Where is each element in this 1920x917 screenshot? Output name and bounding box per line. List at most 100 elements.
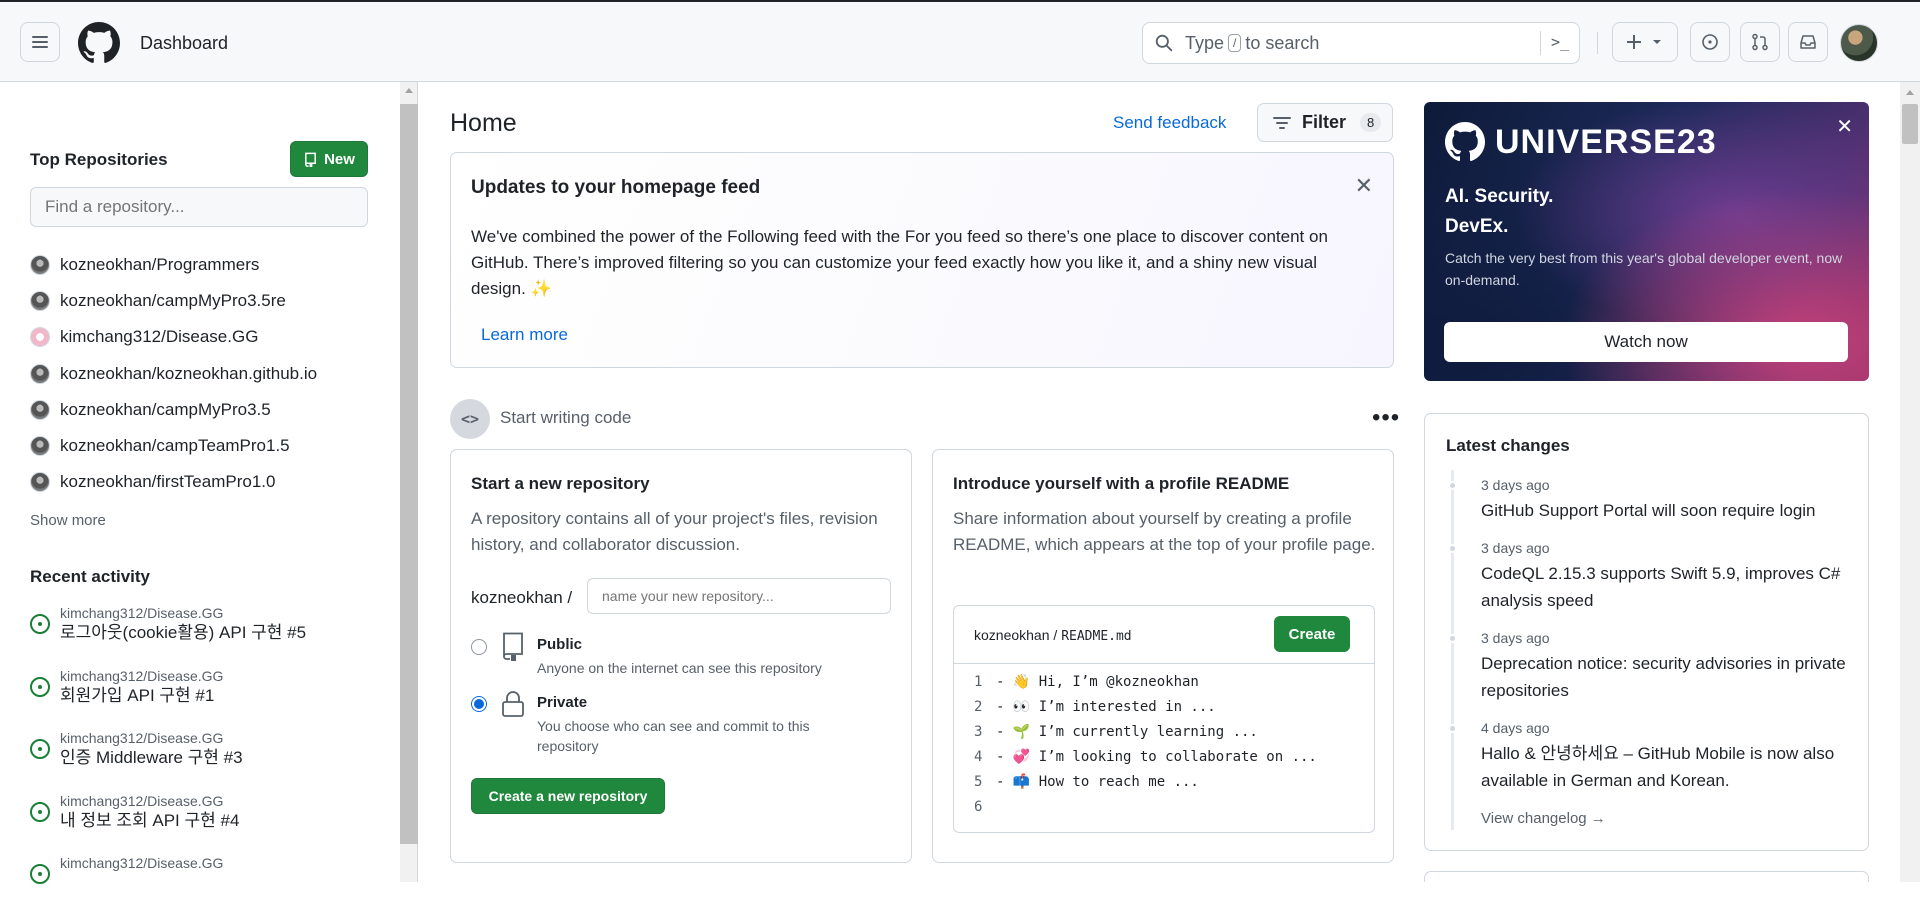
page-scroll-thumb[interactable]	[1902, 104, 1918, 144]
line-number: 4	[974, 749, 983, 765]
sidebar-scroll-thumb[interactable]	[400, 104, 418, 844]
close-icon[interactable]: ✕	[1355, 173, 1373, 199]
repo-owner-avatar	[30, 327, 50, 348]
sidebar-scrollbar[interactable]	[400, 82, 418, 882]
repository-name-input[interactable]	[587, 578, 891, 614]
private-radio[interactable]	[471, 696, 487, 712]
learn-more-link[interactable]: Learn more	[481, 325, 568, 345]
repo-link[interactable]: kimchang312/Disease.GG	[30, 319, 317, 355]
universe-brand: UNIVERSE23	[1445, 122, 1717, 162]
view-changelog-link[interactable]: View changelog →	[1481, 810, 1606, 827]
repo-link[interactable]: kozneokhan/firstTeamPro1.0	[30, 464, 317, 500]
activity-title[interactable]: 내 정보 조회 API 구현 #4	[60, 810, 390, 832]
create-new-button[interactable]	[1612, 22, 1678, 62]
activity-item[interactable]: kimchang312/Disease.GG 내 정보 조회 API 구현 #4	[30, 792, 390, 855]
header-divider	[1597, 32, 1598, 54]
filter-button[interactable]: Filter 8	[1257, 103, 1393, 142]
repo-name: kozneokhan/campMyPro3.5	[60, 399, 271, 419]
repo-link[interactable]: kozneokhan/campMyPro3.5	[30, 392, 317, 428]
close-icon[interactable]: ✕	[1836, 114, 1853, 139]
menu-button[interactable]	[20, 22, 60, 62]
more-options-icon[interactable]: •••	[1372, 404, 1400, 432]
new-repository-label: New	[324, 150, 355, 168]
new-repository-button[interactable]: New	[290, 141, 368, 177]
repo-owner-avatar	[30, 255, 50, 276]
page-title: Home	[450, 109, 517, 137]
profile-readme-title: Introduce yourself with a profile README	[953, 474, 1290, 493]
code-line: 1 - 👋 Hi, I’m @kozneokhan	[974, 674, 1199, 690]
create-readme-button[interactable]: Create	[1274, 616, 1350, 652]
send-feedback-link[interactable]: Send feedback	[1113, 113, 1226, 133]
readme-preview: kozneokhan / README.md Create 1 - 👋 Hi, I…	[953, 605, 1375, 833]
start-writing-code-label: Start writing code	[500, 408, 632, 427]
find-repository-input[interactable]	[30, 187, 368, 227]
repo-link[interactable]: kozneokhan/campTeamPro1.5	[30, 428, 317, 464]
filter-count-badge: 8	[1360, 113, 1382, 132]
activity-item[interactable]: kimchang312/Disease.GG 회원가입 API 구현 #1	[30, 667, 390, 730]
latest-changes-card: Latest changes 3 days ago GitHub Support…	[1424, 413, 1869, 851]
change-title[interactable]: Hallo & 안녕하세요 – GitHub Mobile is now als…	[1481, 740, 1856, 794]
repo-icon	[305, 152, 317, 167]
change-item: 3 days ago Deprecation notice: security …	[1448, 629, 1856, 704]
activity-repo[interactable]: kimchang312/Disease.GG	[60, 667, 390, 685]
readme-header: kozneokhan / README.md Create	[954, 606, 1374, 664]
scroll-up-arrow-icon[interactable]	[405, 88, 413, 93]
public-radio[interactable]	[471, 639, 487, 655]
repo-link[interactable]: kozneokhan/campMyPro3.5re	[30, 283, 317, 319]
avatar[interactable]	[1840, 24, 1878, 62]
repo-link[interactable]: kozneokhan/Programmers	[30, 247, 317, 283]
new-repository-desc: A repository contains all of your projec…	[471, 509, 878, 554]
change-time: 4 days ago	[1481, 720, 1550, 736]
new-repository-card: Start a new repository A repository cont…	[450, 449, 912, 863]
line-number: 2	[974, 699, 983, 715]
activity-title[interactable]: 로그아웃(cookie활용) API 구현 #5	[60, 622, 390, 644]
activity-item[interactable]: kimchang312/Disease.GG	[30, 854, 390, 917]
change-title[interactable]: GitHub Support Portal will soon require …	[1481, 497, 1856, 524]
search-placeholder-post: to search	[1245, 32, 1320, 53]
activity-repo[interactable]: kimchang312/Disease.GG	[60, 604, 390, 622]
issue-open-icon	[30, 739, 50, 759]
pull-requests-button[interactable]	[1740, 22, 1780, 62]
show-more-repos-button[interactable]: Show more	[30, 512, 106, 529]
github-logo-icon[interactable]	[78, 22, 120, 64]
next-card-edge	[1424, 871, 1869, 882]
activity-repo[interactable]: kimchang312/Disease.GG	[60, 729, 390, 747]
activity-item[interactable]: kimchang312/Disease.GG 인증 Middleware 구현 #…	[30, 729, 390, 792]
scroll-up-arrow-icon[interactable]	[1906, 90, 1914, 95]
update-card-body: We've combined the power of the Followin…	[471, 227, 1328, 298]
change-item: 3 days ago GitHub Support Portal will so…	[1448, 476, 1856, 524]
activity-title[interactable]: 회원가입 API 구현 #1	[60, 685, 390, 707]
activity-repo[interactable]: kimchang312/Disease.GG	[60, 854, 390, 872]
issues-button[interactable]	[1690, 22, 1730, 62]
inbox-button[interactable]	[1788, 22, 1828, 62]
change-title[interactable]: Deprecation notice: security advisories …	[1481, 650, 1856, 704]
line-text: - 🌱 I’m currently learning ...	[996, 724, 1258, 740]
activity-repo[interactable]: kimchang312/Disease.GG	[60, 792, 390, 810]
promo-headline-2: DevEx.	[1445, 216, 1509, 237]
readme-path-user: kozneokhan	[974, 627, 1050, 643]
line-text: - 📫 How to reach me ...	[996, 774, 1199, 790]
private-desc: You choose who can see and commit to thi…	[537, 718, 810, 754]
latest-changes-title: Latest changes	[1446, 436, 1570, 455]
timeline-dot-icon	[1448, 544, 1457, 553]
change-title[interactable]: CodeQL 2.15.3 supports Swift 5.9, improv…	[1481, 560, 1856, 614]
issue-open-icon	[30, 676, 50, 697]
search-input[interactable]: Type / to search >_	[1142, 22, 1580, 64]
activity-title[interactable]: 인증 Middleware 구현 #3	[60, 747, 390, 769]
menu-icon	[32, 36, 48, 48]
repo-link[interactable]: kozneokhan/kozneokhan.github.io	[30, 356, 317, 392]
private-title: Private	[537, 694, 588, 711]
code-line: 6	[974, 799, 996, 815]
timeline-dot-icon	[1448, 481, 1457, 490]
repo-name: kozneokhan/firstTeamPro1.0	[60, 472, 276, 492]
repo-owner-avatar	[30, 363, 50, 384]
page-scrollbar[interactable]	[1900, 82, 1920, 882]
create-repository-button[interactable]: Create a new repository	[471, 778, 665, 814]
command-palette-icon[interactable]: >_	[1551, 33, 1569, 51]
activity-item[interactable]: kimchang312/Disease.GG 로그아웃(cookie활용) API…	[30, 604, 390, 667]
page-context-title[interactable]: Dashboard	[140, 33, 228, 54]
repo-owner-avatar	[30, 291, 50, 312]
update-card-title: Updates to your homepage feed	[471, 177, 761, 198]
inbox-icon	[1800, 35, 1816, 49]
watch-now-button[interactable]: Watch now	[1444, 322, 1848, 362]
